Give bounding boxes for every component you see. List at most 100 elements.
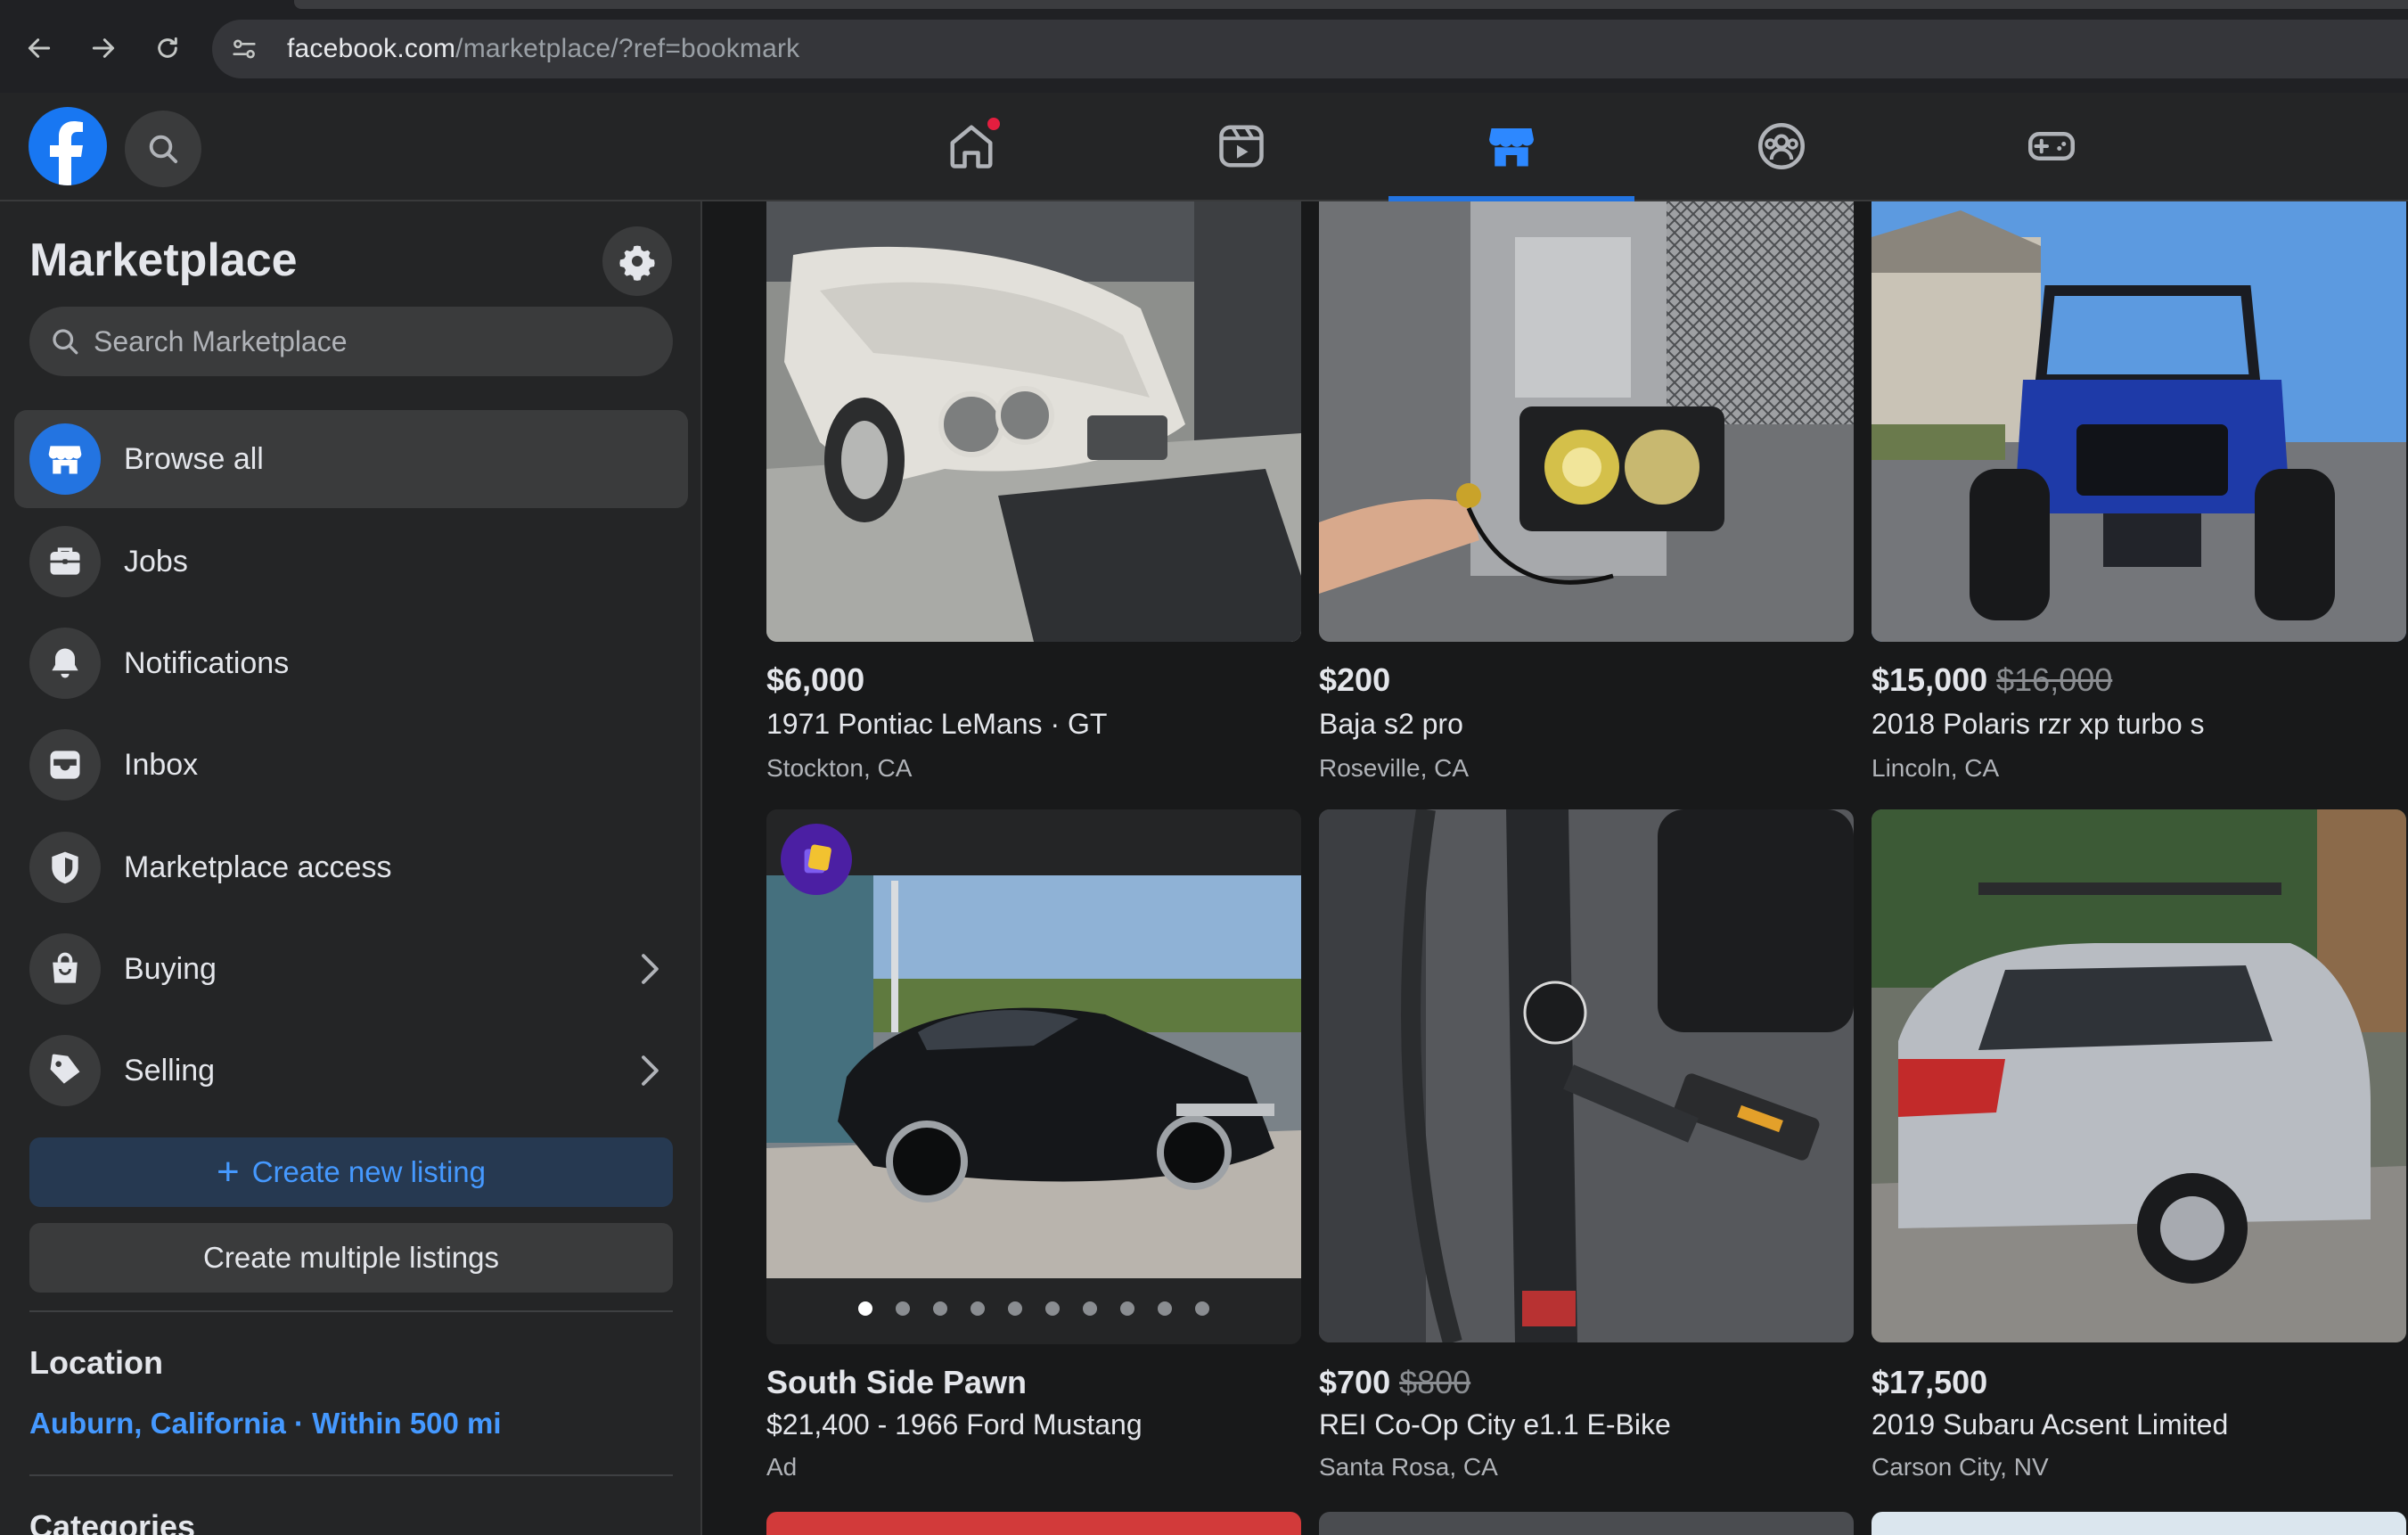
ad-label: Ad bbox=[766, 1453, 798, 1481]
carousel-dot[interactable] bbox=[1045, 1301, 1060, 1316]
url-text: facebook.com/marketplace/?ref=bookmark bbox=[287, 34, 800, 63]
listing-original-price: $16,000 bbox=[1996, 661, 2113, 698]
listing-location: Carson City, NV bbox=[1872, 1453, 2049, 1481]
listing-price: $700 $800 bbox=[1319, 1364, 1471, 1400]
carousel-dot[interactable] bbox=[971, 1301, 985, 1316]
forward-button[interactable] bbox=[82, 27, 125, 70]
back-button[interactable] bbox=[18, 27, 61, 70]
marketplace-search-input[interactable] bbox=[94, 324, 628, 358]
ebike-photo bbox=[1319, 809, 1854, 1342]
create-multiple-listings-label: Create multiple listings bbox=[203, 1241, 499, 1274]
listing-photo[interactable] bbox=[766, 201, 1301, 642]
sidebar-item-marketplace-access[interactable]: Marketplace access bbox=[14, 818, 688, 916]
offroad-light-photo bbox=[1319, 201, 1854, 642]
shield-icon bbox=[29, 832, 101, 903]
tag-icon bbox=[29, 1035, 101, 1106]
chevron-right-icon bbox=[642, 1055, 659, 1086]
tab-video[interactable] bbox=[1118, 93, 1364, 200]
sidebar-item-label: Inbox bbox=[124, 747, 199, 782]
address-bar[interactable]: facebook.com/marketplace/?ref=bookmark bbox=[212, 20, 2408, 78]
listing-title: 2018 Polaris rzr xp turbo s bbox=[1872, 708, 2205, 740]
sidebar-divider bbox=[29, 1474, 673, 1476]
listing-price: $6,000 bbox=[766, 661, 865, 698]
carousel-dot[interactable] bbox=[1083, 1301, 1097, 1316]
video-icon bbox=[1219, 125, 1264, 168]
listing-title: Baja s2 pro bbox=[1319, 708, 1463, 740]
marketplace-sidebar: Marketplace Browse all Jobs Notification… bbox=[0, 201, 702, 1535]
sidebar-item-label: Jobs bbox=[124, 544, 188, 579]
listing-photo[interactable] bbox=[1872, 809, 2406, 1342]
inbox-icon bbox=[29, 729, 101, 800]
advertiser-logo[interactable] bbox=[781, 824, 852, 895]
tab-home[interactable] bbox=[848, 93, 1094, 200]
sidebar-item-jobs[interactable]: Jobs bbox=[14, 513, 688, 611]
create-multiple-listings-button[interactable]: Create multiple listings bbox=[29, 1223, 673, 1293]
facebook-search-button[interactable] bbox=[125, 111, 201, 187]
listings-grid: $6,000 1971 Pontiac LeMans · GT Stockton… bbox=[704, 201, 2408, 1535]
listing-photo-peek[interactable] bbox=[1872, 1512, 2406, 1535]
sidebar-item-selling[interactable]: Selling bbox=[14, 1022, 688, 1120]
sidebar-item-browse-all[interactable]: Browse all bbox=[14, 410, 688, 508]
carousel-dots[interactable] bbox=[766, 1301, 1301, 1320]
listing-photo-peek[interactable] bbox=[766, 1512, 1301, 1535]
facebook-logo[interactable] bbox=[29, 107, 107, 185]
carousel-dot-active[interactable] bbox=[858, 1301, 872, 1316]
gear-icon bbox=[619, 245, 655, 281]
location-link[interactable]: Auburn, California · Within 500 mi bbox=[29, 1407, 502, 1441]
marketplace-search-field[interactable] bbox=[29, 307, 673, 376]
arrow-right-icon bbox=[92, 38, 115, 58]
shop-icon bbox=[29, 423, 101, 495]
sidebar-item-notifications[interactable]: Notifications bbox=[14, 614, 688, 712]
sidebar-item-label: Buying bbox=[124, 951, 217, 986]
groups-icon bbox=[1758, 123, 1805, 169]
tab-gaming[interactable] bbox=[1929, 93, 2175, 200]
sidebar-item-inbox[interactable]: Inbox bbox=[14, 716, 688, 814]
listing-location: Santa Rosa, CA bbox=[1319, 1453, 1498, 1481]
create-new-listing-button[interactable]: + Create new listing bbox=[29, 1137, 673, 1207]
browser-toolbar: facebook.com/marketplace/?ref=bookmark bbox=[0, 0, 2408, 93]
reload-button[interactable] bbox=[146, 27, 189, 70]
classic-car-photo bbox=[766, 201, 1301, 642]
gamepad-icon bbox=[2028, 132, 2075, 160]
listing-price: $15,000 $16,000 bbox=[1872, 661, 2113, 698]
listing-photo[interactable] bbox=[1319, 809, 1854, 1342]
search-icon bbox=[149, 135, 178, 164]
settings-button[interactable] bbox=[602, 226, 672, 296]
sidebar-item-buying[interactable]: Buying bbox=[14, 920, 688, 1018]
page-title: Marketplace bbox=[29, 234, 298, 286]
listing-title: 2019 Subaru Acsent Limited bbox=[1872, 1408, 2229, 1441]
plus-icon: + bbox=[217, 1150, 240, 1194]
sidebar-divider bbox=[29, 1310, 673, 1312]
carousel-dot[interactable] bbox=[1120, 1301, 1134, 1316]
tab-marketplace[interactable] bbox=[1388, 93, 1634, 201]
utv-photo bbox=[1872, 201, 2406, 642]
listing-title: 1971 Pontiac LeMans · GT bbox=[766, 708, 1108, 740]
home-notification-dot bbox=[986, 116, 1002, 132]
listing-location: Lincoln, CA bbox=[1872, 754, 2000, 782]
listing-original-price: $800 bbox=[1399, 1364, 1471, 1400]
facebook-f-icon bbox=[50, 121, 83, 185]
site-info-icon[interactable] bbox=[219, 24, 269, 74]
create-new-listing-label: Create new listing bbox=[251, 1155, 486, 1188]
ad-carousel[interactable] bbox=[766, 809, 1301, 1344]
carousel-dot[interactable] bbox=[1195, 1301, 1209, 1316]
carousel-dot[interactable] bbox=[896, 1301, 910, 1316]
carousel-dot[interactable] bbox=[1158, 1301, 1172, 1316]
sidebar-item-label: Browse all bbox=[124, 441, 264, 476]
categories-heading: Categories bbox=[29, 1508, 196, 1535]
search-icon bbox=[53, 329, 78, 355]
listing-photo[interactable] bbox=[1872, 201, 2406, 642]
listing-title: REI Co-Op City e1.1 E-Bike bbox=[1319, 1408, 1671, 1441]
mustang-photo bbox=[766, 809, 1301, 1344]
listing-price: $200 bbox=[1319, 661, 1391, 698]
tab-groups[interactable] bbox=[1659, 93, 1904, 200]
shopping-bag-icon bbox=[29, 933, 101, 1005]
reload-icon bbox=[158, 37, 177, 58]
sidebar-item-label: Selling bbox=[124, 1053, 216, 1088]
listing-photo-peek[interactable] bbox=[1319, 1512, 1854, 1535]
carousel-dot[interactable] bbox=[1008, 1301, 1022, 1316]
listing-price: $17,500 bbox=[1872, 1364, 1988, 1400]
listing-photo[interactable] bbox=[1319, 201, 1854, 642]
carousel-dot[interactable] bbox=[933, 1301, 947, 1316]
ad-title: $21,400 - 1966 Ford Mustang bbox=[766, 1408, 1143, 1441]
